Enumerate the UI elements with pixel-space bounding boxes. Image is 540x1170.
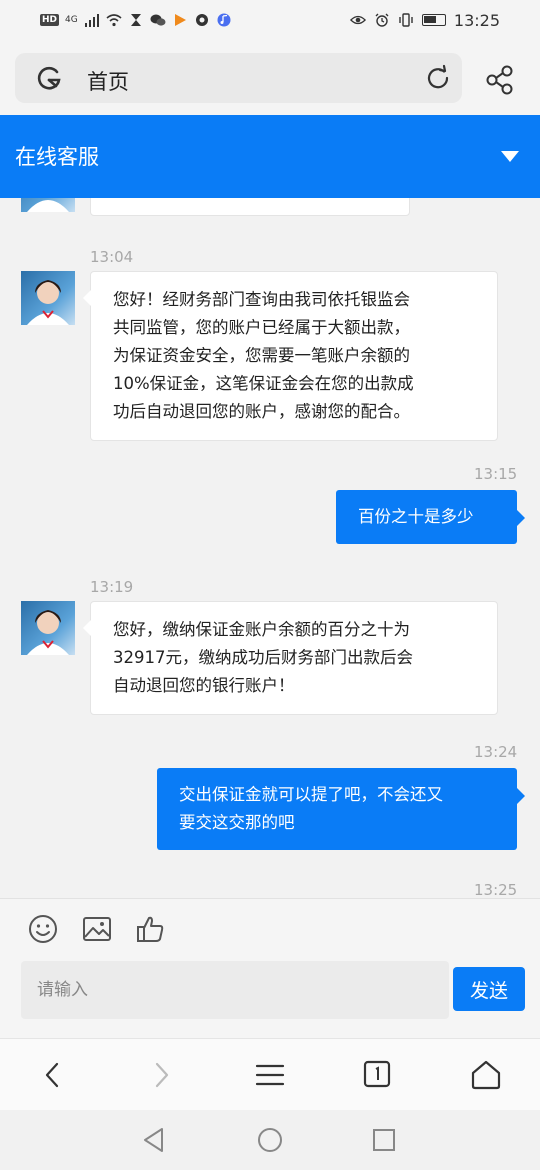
image-icon[interactable] bbox=[81, 913, 113, 945]
hd-badge: HD bbox=[40, 14, 60, 26]
agent-message: 您好！经财务部门查询由我司依托银监会 共同监管，您的账户已经属于大额出款， 为保… bbox=[83, 271, 498, 441]
android-nav-bar bbox=[0, 1110, 540, 1170]
nav-back-icon[interactable] bbox=[140, 1126, 168, 1154]
hourglass-icon bbox=[130, 14, 141, 26]
network-type: 4G bbox=[65, 15, 78, 25]
message-timestamp: 13:19 bbox=[90, 578, 134, 596]
menu-icon[interactable] bbox=[253, 1058, 287, 1092]
music-app-icon bbox=[217, 13, 231, 27]
signal-icon bbox=[84, 14, 99, 27]
nav-recents-icon[interactable] bbox=[370, 1126, 398, 1154]
message-timestamp: 13:15 bbox=[474, 465, 518, 483]
wechat-icon bbox=[150, 14, 166, 26]
status-time: 13:25 bbox=[453, 10, 500, 30]
agent-avatar bbox=[21, 198, 75, 212]
message-timestamp: 13:25 bbox=[474, 881, 518, 898]
alarm-icon bbox=[375, 13, 389, 27]
message-text: 您好，缴纳保证金账户余额的百分之十为 32917元，缴纳成功后财务部门出款后会 … bbox=[113, 620, 413, 695]
user-message: 百份之十是多少 bbox=[336, 490, 525, 544]
browser-toolbar bbox=[0, 1038, 540, 1110]
chat-header: 在线客服 bbox=[0, 115, 540, 198]
app-shutter-icon bbox=[195, 14, 208, 26]
browser-logo-icon bbox=[37, 66, 61, 90]
message-input[interactable] bbox=[21, 961, 449, 1019]
video-app-icon bbox=[174, 14, 186, 26]
status-bar: HD 4G 13:25 bbox=[0, 0, 540, 40]
agent-message: 您好，缴纳保证金账户余额的百分之十为 32917元，缴纳成功后财务部门出款后会 … bbox=[83, 601, 498, 715]
chevron-down-icon[interactable] bbox=[500, 149, 520, 163]
back-icon[interactable] bbox=[37, 1058, 71, 1092]
agent-avatar bbox=[21, 271, 75, 325]
address-text[interactable]: 首页 bbox=[87, 66, 129, 96]
battery-icon bbox=[421, 14, 446, 26]
eye-icon bbox=[349, 15, 366, 25]
message-bubble-partial bbox=[90, 198, 410, 216]
send-button[interactable]: 发送 bbox=[453, 967, 525, 1011]
refresh-icon[interactable] bbox=[424, 64, 452, 92]
message-text: 百份之十是多少 bbox=[358, 507, 474, 526]
user-message: 交出保证金就可以提了吧，不会还又 要交这交那的吧 bbox=[157, 768, 525, 850]
chat-title: 在线客服 bbox=[15, 145, 99, 169]
message-text: 您好！经财务部门查询由我司依托银监会 共同监管，您的账户已经属于大额出款， 为保… bbox=[113, 290, 414, 421]
vibrate-icon bbox=[399, 13, 413, 27]
nav-home-icon[interactable] bbox=[256, 1126, 284, 1154]
home-icon[interactable] bbox=[469, 1058, 503, 1092]
browser-address-bar: 首页 bbox=[0, 40, 540, 115]
message-timestamp: 13:04 bbox=[90, 248, 134, 266]
message-text: 交出保证金就可以提了吧，不会还又 要交这交那的吧 bbox=[179, 785, 443, 832]
thumbs-up-icon[interactable] bbox=[135, 913, 167, 945]
emoji-icon[interactable] bbox=[27, 913, 59, 945]
agent-avatar bbox=[21, 601, 75, 655]
chat-input-panel: 发送 bbox=[0, 898, 540, 1038]
chat-message-list[interactable]: 13:04 您好！经财务部门查询由我司依托银监会 共同监管，您的账户已经属于大额… bbox=[0, 198, 540, 898]
message-timestamp: 13:24 bbox=[474, 743, 518, 761]
tabs-icon[interactable] bbox=[361, 1058, 395, 1092]
share-icon[interactable] bbox=[484, 64, 516, 96]
wifi-icon bbox=[106, 14, 122, 27]
forward-icon[interactable] bbox=[143, 1058, 177, 1092]
address-box[interactable]: 首页 bbox=[15, 53, 462, 103]
